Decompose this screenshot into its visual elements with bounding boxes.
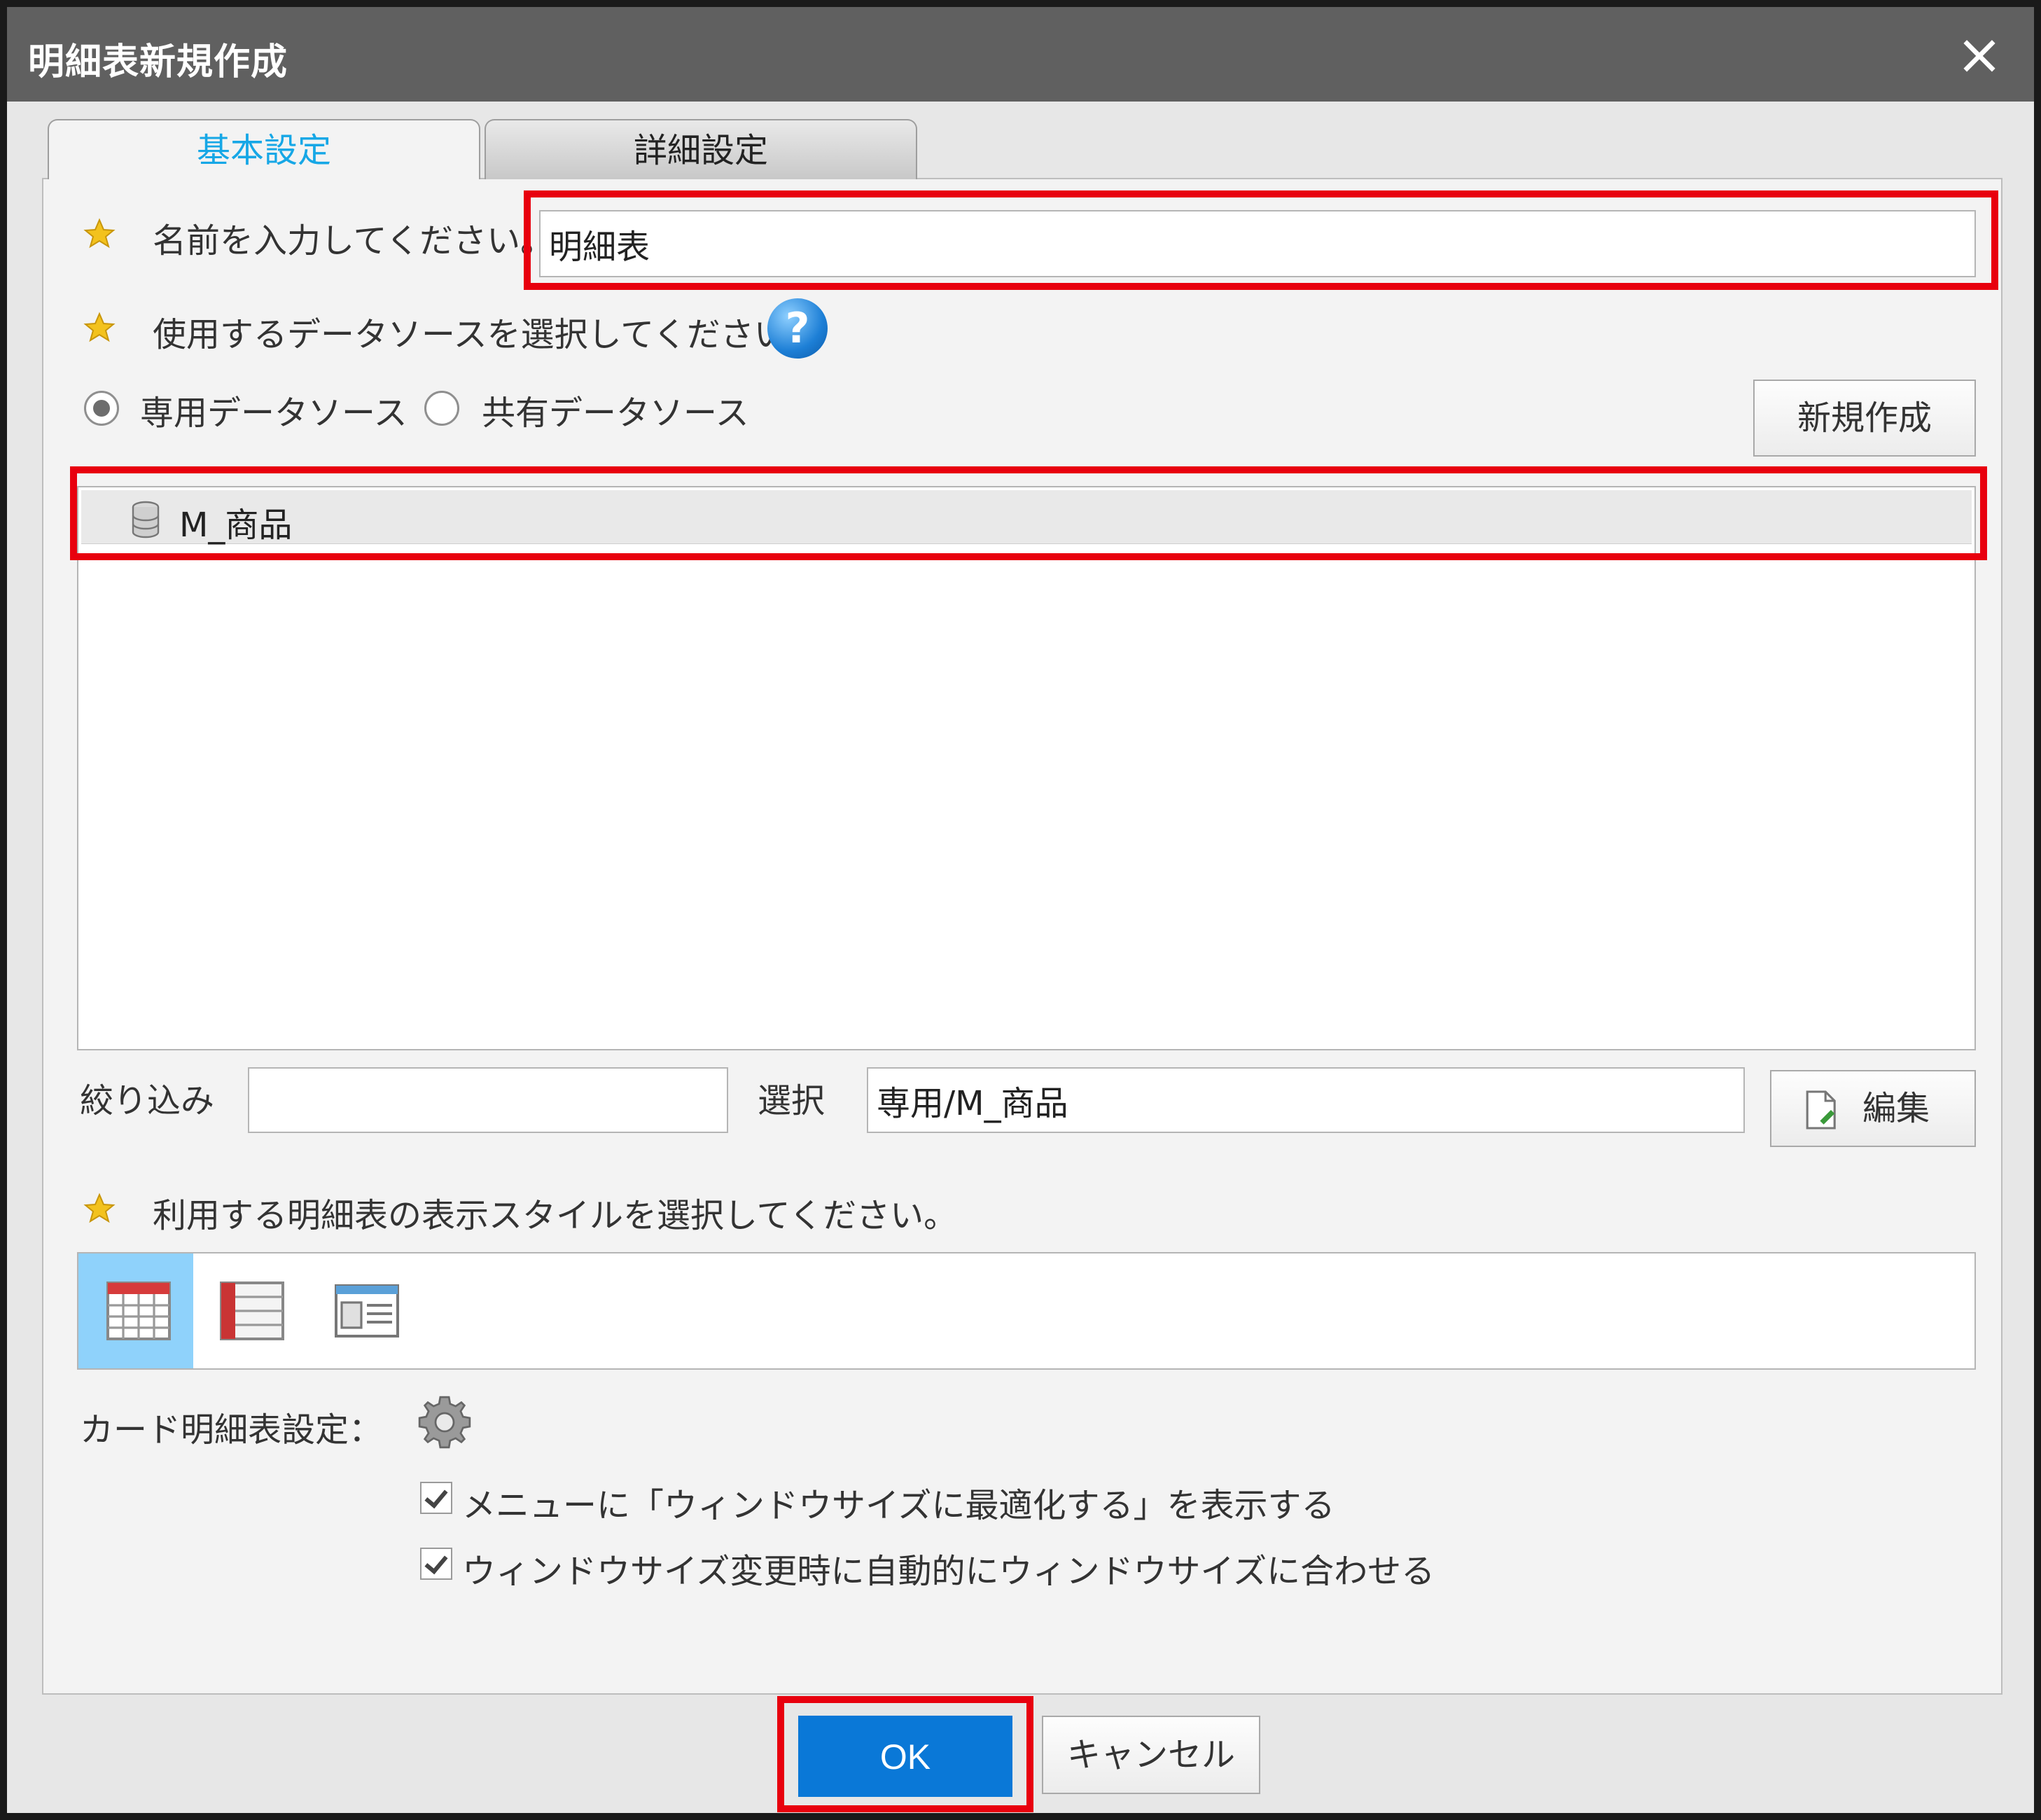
close-icon[interactable]: ×: [1951, 27, 2007, 83]
datasource-label: 使用するデータソースを選択してください。: [153, 315, 821, 354]
ok-button[interactable]: OK: [798, 1716, 1012, 1797]
edit-button-label: 編集: [1862, 1089, 1930, 1128]
name-input[interactable]: [539, 210, 1976, 277]
edit-document-icon: [1806, 1090, 1836, 1130]
filter-input[interactable]: [248, 1067, 728, 1133]
style-selector: [77, 1252, 1976, 1370]
selection-display: [867, 1067, 1745, 1133]
checkbox-auto-fit-window-label[interactable]: ウィンドウサイズ変更時に自動的にウィンドウサイズに合わせる: [462, 1543, 1435, 1592]
new-datasource-button[interactable]: 新規作成: [1753, 380, 1976, 457]
required-star-icon: [83, 1193, 116, 1223]
list-item-label: M_商品: [179, 506, 293, 545]
radio-shared-label[interactable]: 共有データソース: [482, 385, 749, 434]
cancel-button[interactable]: キャンセル: [1042, 1716, 1260, 1794]
title-bar[interactable]: 明細表新規作成 ×: [7, 7, 2034, 102]
filter-label: 絞り込み: [80, 1081, 215, 1120]
list-item[interactable]: M_商品: [81, 490, 1972, 545]
datasource-list[interactable]: M_商品: [77, 486, 1976, 1050]
table-grid-icon: [106, 1281, 171, 1340]
list-view-icon: [220, 1281, 284, 1340]
tab-detail-settings[interactable]: 詳細設定: [485, 119, 917, 179]
radio-dedicated-datasource[interactable]: [84, 391, 119, 426]
name-label: 名前を入力してください。: [153, 221, 555, 261]
checkbox-auto-fit-window[interactable]: [420, 1548, 452, 1580]
database-icon: [132, 501, 160, 539]
help-icon[interactable]: ?: [767, 298, 828, 359]
gear-icon[interactable]: [416, 1394, 473, 1451]
radio-shared-datasource[interactable]: [424, 391, 459, 426]
required-star-icon: [83, 312, 116, 342]
selection-label: 選択: [758, 1081, 826, 1120]
radio-dedicated-label[interactable]: 専用データソース: [140, 385, 407, 434]
card-settings-label: カード明細表設定：: [80, 1410, 383, 1450]
style-option-list[interactable]: [193, 1253, 308, 1368]
checkbox-show-optimize-menu-label[interactable]: メニューに「ウィンドウサイズに最適化する」を表示する: [462, 1478, 1335, 1527]
style-option-card[interactable]: [308, 1253, 423, 1368]
card-view-icon: [335, 1284, 399, 1338]
tab-basic-settings[interactable]: 基本設定: [48, 119, 480, 179]
style-label: 利用する明細表の表示スタイルを選択してください。: [153, 1196, 958, 1235]
checkbox-show-optimize-menu[interactable]: [420, 1482, 452, 1514]
style-option-table[interactable]: [78, 1253, 193, 1368]
edit-button[interactable]: 編集: [1770, 1070, 1976, 1147]
required-star-icon: [83, 218, 116, 249]
dialog-window: 明細表新規作成 × 詳細設定 基本設定 名前を入力してください。 使用するデータ…: [0, 0, 2041, 1820]
dialog-title: 明細表新規作成: [28, 41, 288, 83]
